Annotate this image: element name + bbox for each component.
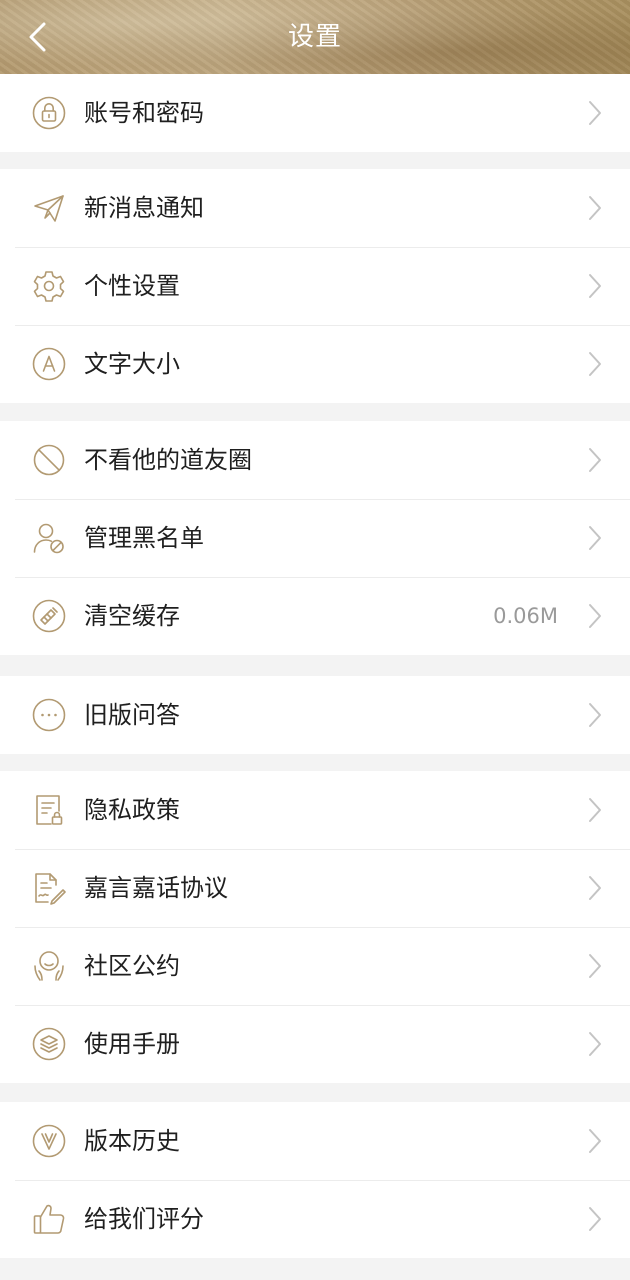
- user-block-icon: [32, 521, 66, 555]
- section-about: 版本历史 给我们评分: [0, 1102, 630, 1258]
- chevron-right-icon: [588, 273, 602, 299]
- settings-item-label: 清空缓存: [84, 602, 180, 630]
- settings-item-label: 社区公约: [84, 952, 180, 980]
- more-dots-icon: [32, 698, 66, 732]
- settings-item-rate-us[interactable]: 给我们评分: [0, 1180, 630, 1258]
- settings-item-label: 版本历史: [84, 1127, 180, 1155]
- lock-icon: [32, 96, 66, 130]
- agreement-icon: [32, 871, 66, 905]
- chevron-right-icon: [588, 447, 602, 473]
- chevron-right-icon: [588, 875, 602, 901]
- settings-item-label: 管理黑名单: [84, 524, 204, 552]
- section-account: 账号和密码: [0, 74, 630, 152]
- settings-item-personalization[interactable]: 个性设置: [0, 247, 630, 325]
- chevron-right-icon: [588, 603, 602, 629]
- paper-plane-icon: [32, 191, 66, 225]
- settings-item-legacy-qa[interactable]: 旧版问答: [0, 676, 630, 754]
- settings-item-label: 旧版问答: [84, 701, 180, 729]
- settings-item-label: 给我们评分: [84, 1205, 204, 1233]
- settings-item-privacy-policy[interactable]: 隐私政策: [0, 771, 630, 849]
- settings-item-new-message-notification[interactable]: 新消息通知: [0, 169, 630, 247]
- settings-item-label: 文字大小: [84, 350, 180, 378]
- thumbs-up-icon: [32, 1202, 66, 1236]
- chevron-right-icon: [588, 702, 602, 728]
- chevron-right-icon: [588, 351, 602, 377]
- settings-item-version-history[interactable]: 版本历史: [0, 1102, 630, 1180]
- settings-item-label: 隐私政策: [84, 796, 180, 824]
- settings-item-label: 嘉言嘉话协议: [84, 874, 228, 902]
- settings-item-user-agreement[interactable]: 嘉言嘉话协议: [0, 849, 630, 927]
- clear-cache-icon: [32, 599, 66, 633]
- chevron-right-icon: [588, 953, 602, 979]
- section-policies: 隐私政策 嘉言嘉话协议 社区公约 使用手册: [0, 771, 630, 1083]
- settings-item-label: 新消息通知: [84, 194, 204, 222]
- cache-size-value: 0.06M: [493, 604, 558, 628]
- chevron-right-icon: [588, 1031, 602, 1057]
- settings-item-label: 账号和密码: [84, 99, 204, 127]
- chevron-right-icon: [588, 100, 602, 126]
- community-icon: [32, 949, 66, 983]
- chevron-right-icon: [588, 1206, 602, 1232]
- section-privacy-block: 不看他的道友圈 管理黑名单 清空缓存 0.06M: [0, 421, 630, 655]
- settings-item-clear-cache[interactable]: 清空缓存 0.06M: [0, 577, 630, 655]
- version-icon: [32, 1124, 66, 1158]
- chevron-right-icon: [588, 797, 602, 823]
- settings-item-blacklist[interactable]: 管理黑名单: [0, 499, 630, 577]
- layers-icon: [32, 1027, 66, 1061]
- page-title: 设置: [287, 22, 342, 52]
- settings-item-hide-moments[interactable]: 不看他的道友圈: [0, 421, 630, 499]
- settings-item-label: 不看他的道友圈: [84, 446, 252, 474]
- font-size-icon: [32, 347, 66, 381]
- chevron-right-icon: [588, 195, 602, 221]
- settings-item-label: 使用手册: [84, 1030, 180, 1058]
- settings-item-community-rules[interactable]: 社区公约: [0, 927, 630, 1005]
- settings-item-account-password[interactable]: 账号和密码: [0, 74, 630, 152]
- block-icon: [32, 443, 66, 477]
- section-legacy: 旧版问答: [0, 676, 630, 754]
- chevron-right-icon: [588, 1128, 602, 1154]
- settings-item-label: 个性设置: [84, 272, 180, 300]
- privacy-doc-icon: [32, 793, 66, 827]
- settings-item-user-manual[interactable]: 使用手册: [0, 1005, 630, 1083]
- gear-icon: [32, 269, 66, 303]
- chevron-right-icon: [588, 525, 602, 551]
- settings-item-font-size[interactable]: 文字大小: [0, 325, 630, 403]
- section-notifications: 新消息通知 个性设置 文字大小: [0, 169, 630, 403]
- app-header: 设置: [0, 0, 630, 74]
